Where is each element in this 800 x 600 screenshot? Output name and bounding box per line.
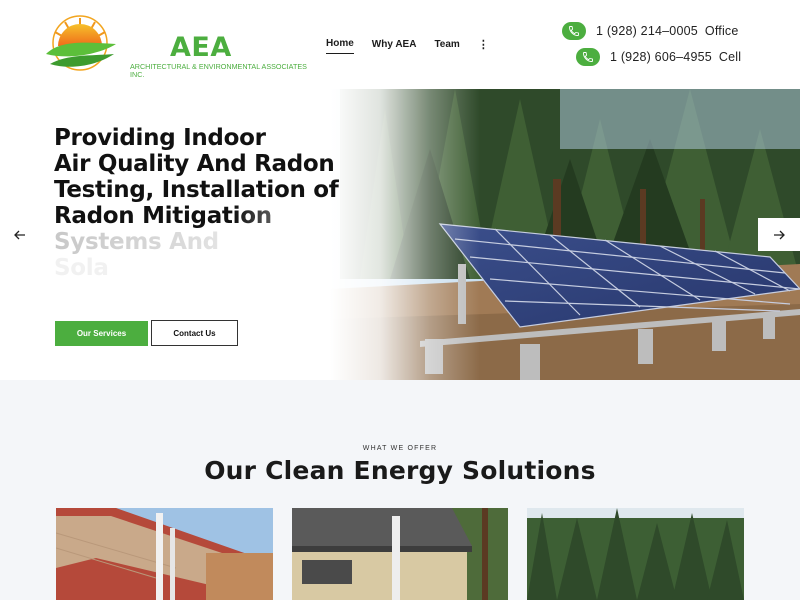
offer-eyebrow: WHAT WE OFFER — [362, 445, 438, 452]
pine-forest-image — [527, 508, 744, 600]
house-wall-radon-pipe-image — [56, 508, 273, 600]
cell-phone-label: Cell — [718, 50, 742, 64]
nav-home[interactable]: Home — [326, 38, 354, 54]
our-services-button[interactable]: Our Services — [55, 321, 148, 346]
house-radon-vent-image — [292, 508, 508, 600]
brand-full-name: ARCHITECTURAL & ENVIRONMENTAL ASSOCIATES… — [130, 62, 307, 80]
offer-title: Our Clean Energy Solutions — [204, 456, 596, 485]
service-card-image[interactable] — [527, 508, 744, 600]
brand-logo[interactable]: AEA ARCHITECTURAL & ENVIRONMENTAL ASSOCI… — [40, 14, 307, 79]
arrow-right-icon[interactable] — [758, 218, 800, 251]
nav-why-aea[interactable]: Why AEA — [372, 39, 417, 54]
site-header: AEA ARCHITECTURAL & ENVIRONMENTAL ASSOCI… — [0, 0, 800, 89]
brand-abbr: AEA — [170, 32, 232, 63]
main-nav: Home Why AEA Team ⋮ — [326, 38, 489, 54]
cell-phone-number: 1 (928) 606–4955 — [610, 50, 712, 64]
cell-phone[interactable]: 1 (928) 606–4955 Cell — [576, 47, 741, 67]
nav-team[interactable]: Team — [434, 39, 459, 54]
arrow-left-icon[interactable] — [8, 225, 32, 245]
hero-title-line: Radon Mitigation — [54, 203, 414, 229]
hero-title-line: Systems And — [54, 229, 414, 255]
phone-icon — [562, 22, 586, 40]
phone-icon — [576, 48, 600, 66]
hero-slider: Providing Indoor Air Quality And Radon T… — [0, 89, 800, 380]
hero-title-line: Sola — [54, 255, 109, 281]
offer-section: WHAT WE OFFER Our Clean Energy Solutions — [0, 380, 800, 600]
hero-title-line: Providing Indoor — [54, 125, 266, 151]
hero-title-line: Testing, Installation of — [54, 177, 339, 203]
contact-us-button[interactable]: Contact Us — [151, 320, 238, 346]
hero-title: Providing Indoor Air Quality And Radon T… — [54, 125, 414, 281]
service-card-image[interactable] — [56, 508, 273, 600]
sun-leaf-logo-icon — [46, 15, 116, 71]
service-card-image[interactable] — [292, 508, 508, 600]
office-phone-label: Office — [704, 24, 739, 38]
office-phone[interactable]: 1 (928) 214–0005 Office — [562, 21, 739, 41]
office-phone-number: 1 (928) 214–0005 — [596, 24, 698, 38]
nav-more-icon[interactable]: ⋮ — [478, 38, 489, 51]
hero-title-line: Air Quality And Radon — [54, 151, 335, 177]
